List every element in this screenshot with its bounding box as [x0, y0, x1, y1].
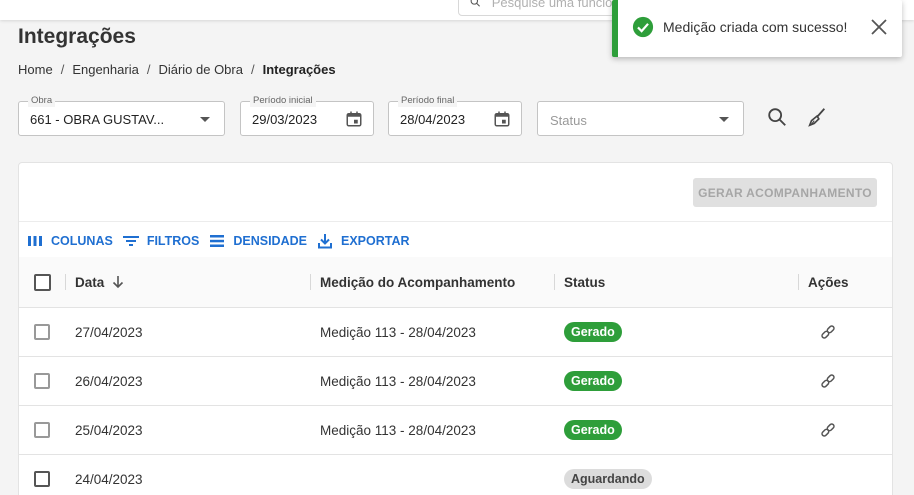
cell-medicao: Medição 113 - 28/04/2023	[320, 373, 476, 389]
search-icon	[768, 108, 786, 126]
cell-acoes	[819, 406, 837, 454]
table-row[interactable]: 27/04/2023 Medição 113 - 28/04/2023 Gera…	[19, 308, 892, 357]
periodo-final-value: 28/04/2023	[400, 112, 466, 127]
status-badge: Gerado	[564, 322, 622, 342]
check-circle-icon	[632, 16, 654, 38]
density-label: DENSIDADE	[233, 234, 307, 248]
column-header-data-label: Data	[75, 274, 105, 290]
cell-data: 24/04/2023	[75, 471, 143, 487]
link-icon[interactable]	[819, 323, 837, 341]
export-label: EXPORTAR	[340, 234, 410, 248]
cell-status: Gerado	[564, 308, 622, 356]
select-all-checkbox[interactable]	[34, 273, 51, 291]
row-checkbox[interactable]	[34, 324, 50, 340]
obra-select[interactable]: Obra 661 - OBRA GUSTAV...	[18, 95, 225, 136]
cell-medicao: Medição 113 - 28/04/2023	[320, 422, 476, 438]
breadcrumb-engenharia[interactable]: Engenharia	[72, 62, 139, 77]
column-separator[interactable]	[798, 274, 799, 290]
divider	[19, 221, 892, 222]
column-separator[interactable]	[310, 274, 311, 290]
columns-button[interactable]: COLUNAS	[27, 233, 113, 249]
breadcrumb-separator: /	[146, 62, 151, 77]
column-separator[interactable]	[65, 274, 66, 290]
integrations-card: GERAR ACOMPANHAMENTO COLUNAS FILTROS DEN…	[18, 162, 893, 495]
page-title: Integrações	[18, 25, 136, 48]
row-checkbox-cell	[34, 308, 50, 356]
link-icon[interactable]	[819, 421, 837, 439]
calendar-icon[interactable]	[493, 110, 511, 128]
row-checkbox[interactable]	[34, 471, 50, 487]
cell-data: 27/04/2023	[75, 324, 143, 340]
table-row[interactable]: 24/04/2023 Aguardando	[19, 455, 892, 495]
row-checkbox-cell	[34, 406, 50, 454]
columns-label: COLUNAS	[51, 234, 113, 248]
breadcrumb: Home / Engenharia / Diário de Obra / Int…	[18, 62, 336, 77]
breadcrumb-diario[interactable]: Diário de Obra	[158, 62, 243, 77]
grid-toolbar: COLUNAS FILTROS DENSIDADE EXPORTAR	[27, 233, 410, 249]
breadcrumb-separator: /	[60, 62, 65, 77]
calendar-icon[interactable]	[345, 110, 363, 128]
periodo-final-label: Período final	[398, 95, 458, 107]
breadcrumb-current: Integrações	[262, 62, 336, 77]
search-placeholder: Pesquise uma funcionalidade	[491, 0, 627, 10]
table-header: Data Medição do Acompanhamento Status Aç…	[19, 257, 892, 308]
cell-acoes	[819, 308, 837, 356]
row-checkbox[interactable]	[34, 373, 50, 389]
broom-icon	[808, 108, 826, 127]
density-button[interactable]: DENSIDADE	[209, 233, 307, 249]
export-button[interactable]: EXPORTAR	[317, 233, 410, 249]
toast-message: Medição criada com sucesso!	[663, 19, 848, 35]
column-header-status[interactable]: Status	[564, 257, 605, 307]
cell-data: 25/04/2023	[75, 422, 143, 438]
table-row[interactable]: 25/04/2023 Medição 113 - 28/04/2023 Gera…	[19, 406, 892, 455]
link-icon[interactable]	[819, 372, 837, 390]
chevron-down-icon	[200, 117, 210, 122]
sort-down-icon[interactable]	[111, 275, 125, 289]
clear-filters-button[interactable]	[805, 105, 829, 129]
chevron-down-icon	[719, 117, 729, 122]
obra-label: Obra	[28, 95, 56, 107]
periodo-inicial-value: 29/03/2023	[252, 112, 318, 127]
success-toast: Medição criada com sucesso!	[612, 0, 902, 57]
global-search-input[interactable]: Pesquise uma funcionalidade	[458, 0, 628, 16]
export-icon	[317, 234, 332, 249]
cell-status: Gerado	[564, 357, 622, 405]
filter-icon	[122, 236, 139, 246]
row-checkbox-cell	[34, 357, 50, 405]
breadcrumb-home[interactable]: Home	[18, 62, 53, 77]
status-badge: Gerado	[564, 371, 622, 391]
generate-button[interactable]: GERAR ACOMPANHAMENTO	[693, 178, 877, 207]
column-separator[interactable]	[554, 274, 555, 290]
cell-acoes	[819, 357, 837, 405]
status-select[interactable]: Status	[537, 101, 744, 136]
column-header-medicao[interactable]: Medição do Acompanhamento	[320, 257, 515, 307]
density-icon	[210, 235, 225, 247]
status-badge: Aguardando	[564, 469, 652, 489]
search-button[interactable]	[765, 105, 789, 129]
close-icon[interactable]	[870, 18, 888, 36]
periodo-inicial-label: Período inicial	[250, 95, 316, 107]
cell-data: 26/04/2023	[75, 373, 143, 389]
column-header-acoes: Ações	[808, 274, 849, 290]
cell-medicao: Medição 113 - 28/04/2023	[320, 324, 476, 340]
row-checkbox-cell	[34, 455, 50, 495]
periodo-inicial-field[interactable]: Período inicial 29/03/2023	[240, 95, 374, 136]
select-all-cell	[34, 257, 51, 307]
filters-label: FILTROS	[146, 234, 200, 248]
row-checkbox[interactable]	[34, 422, 50, 438]
cell-status: Aguardando	[564, 455, 652, 495]
obra-value: 661 - OBRA GUSTAV...	[30, 112, 165, 127]
status-placeholder: Status	[550, 113, 587, 128]
search-icon	[470, 0, 480, 7]
cell-status: Gerado	[564, 406, 622, 454]
column-header-data[interactable]: Data	[75, 257, 125, 307]
columns-icon	[28, 236, 42, 246]
table-row[interactable]: 26/04/2023 Medição 113 - 28/04/2023 Gera…	[19, 357, 892, 406]
breadcrumb-separator: /	[250, 62, 255, 77]
status-badge: Gerado	[564, 420, 622, 440]
periodo-final-field[interactable]: Período final 28/04/2023	[388, 95, 522, 136]
filters-button[interactable]: FILTROS	[122, 233, 200, 249]
